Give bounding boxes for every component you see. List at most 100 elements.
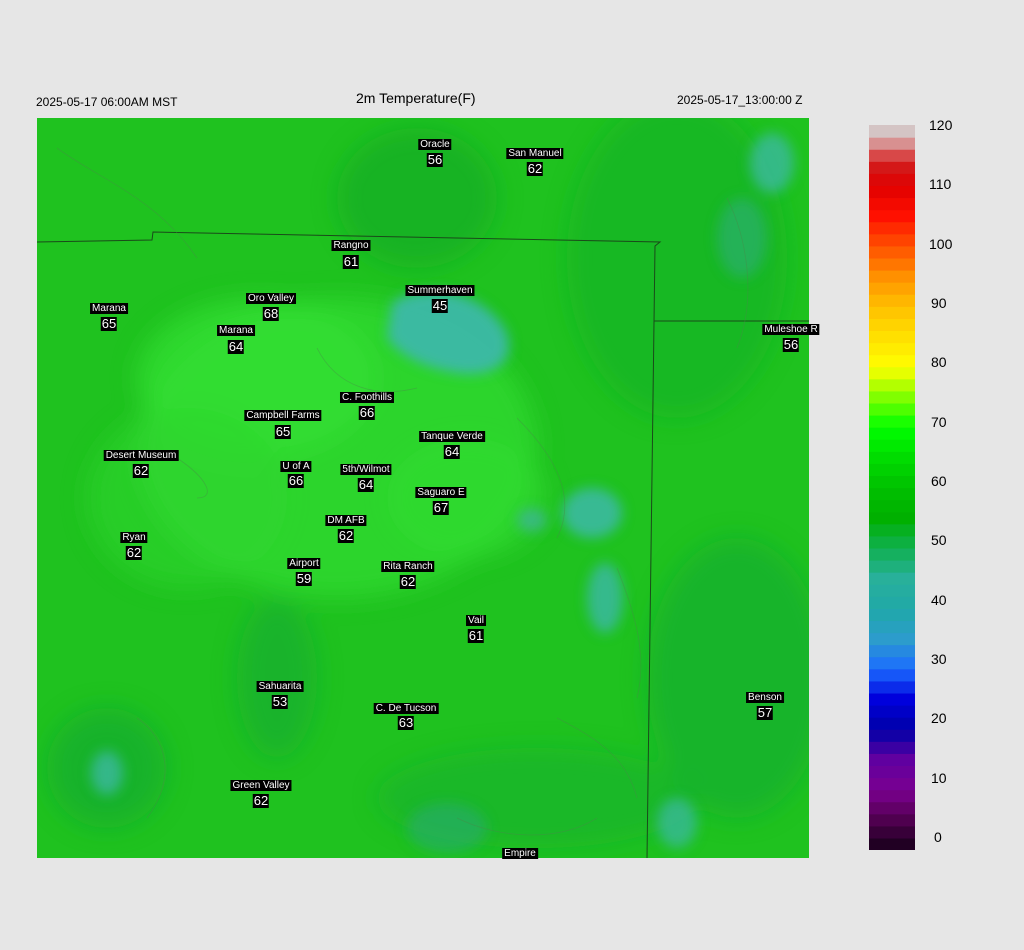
station-name: Oracle [418,139,452,150]
station-name: Oro Valley [246,293,296,304]
station-name: Ryan [120,532,148,543]
colorbar-segment [869,439,915,452]
map-title: 2m Temperature(F) [356,90,476,106]
colorbar-segment [869,415,915,428]
station-temperature: 64 [227,339,245,354]
station-name: Rita Ranch [381,561,435,572]
station-name: Sahuarita [256,681,304,692]
station-name: C. De Tucson [373,703,439,714]
colorbar-segment [869,825,915,839]
station-name: DM AFB [325,515,367,526]
colorbar-tick-label: 90 [931,295,947,311]
colorbar-segment [869,270,915,283]
colorbar-segment [869,717,915,730]
station-temperature: 59 [295,571,313,586]
colorbar-segment [869,680,915,694]
colorbar-segment [869,789,915,803]
colorbar-segment [869,584,915,597]
colorbar-tick-label: 30 [931,651,947,667]
colorbar-segment [869,390,915,404]
colorbar-segment [869,753,915,767]
colorbar-segment [869,149,915,162]
colorbar-segment [869,547,915,561]
station-name: Saguaro E [415,487,467,498]
station-temperature: 68 [262,306,280,321]
station-temperature: 53 [271,694,289,709]
station-temperature: 66 [287,473,305,488]
colorbar-segment [869,560,915,573]
station-name: Benson [746,692,784,703]
colorbar-segment [869,209,915,223]
colorbar-segment [869,620,915,634]
station-temperature: 65 [274,424,292,439]
colorbar-segment [869,644,915,658]
colorbar-segment [869,282,915,295]
station-name: Desert Museum [103,450,179,461]
colorbar-tick-label: 80 [931,354,947,371]
colorbar-segment [869,656,915,670]
station-temperature: 45 [431,298,449,313]
station-name: San Manuel [506,148,564,159]
station-temperature: 63 [397,715,415,730]
station-temperature: 65 [100,316,118,331]
colorbar-segment [869,366,915,380]
station-name: Marana [217,325,255,336]
colorbar-segment [869,330,915,344]
colorbar-tick-label: 110 [929,176,952,193]
colorbar-segment [869,511,915,525]
station-temperature: 62 [337,528,355,543]
colorbar-segment [869,125,915,138]
colorbar-tick-label: 20 [931,710,947,727]
station-temperature: 67 [432,500,450,515]
colorbar-segment [869,173,915,187]
colorbar-segment [869,185,915,199]
station-name: Airport [287,558,321,569]
colorbar-tick-label: 40 [931,591,947,608]
colorbar-segment [869,451,915,464]
station-name: Marana [90,303,128,314]
station-name: Rangno [331,240,371,251]
station-temperature: 61 [467,628,485,643]
utc-time-label: 2025-05-17_13:00:00 Z [677,93,803,107]
colorbar-segment [869,668,915,682]
colorbar-tick-label: 10 [931,769,947,786]
colorbar-tick-label: 0 [934,829,942,845]
colorbar-segment [869,245,915,259]
colorbar-segment [869,257,915,271]
colorbar-segment [869,535,915,549]
colorbar-segment [869,463,915,477]
colorbar-segment [869,354,915,368]
station-temperature: 61 [342,254,360,269]
station-name: Campbell Farms [244,410,322,421]
colorbar-segment [869,294,915,307]
colorbar-tick-label: 60 [931,473,947,489]
colorbar-segment [869,221,915,235]
station-temperature: 64 [443,444,461,459]
colorbar-segment [869,475,915,489]
colorbar-segment [869,499,915,513]
colorbar-segment [869,837,915,850]
station-temperature: 56 [782,337,800,352]
colorbar-segment [869,705,915,718]
station-name: Empire [502,848,538,859]
colorbar-segment [869,378,915,392]
colorbar-segment [869,233,915,247]
station-temperature: 56 [426,152,444,167]
station-name: C. Foothills [339,392,395,403]
colorbar-segment [869,342,915,356]
station-temperature: 62 [399,574,417,589]
station-temperature: 66 [358,405,376,420]
station-temperature: 57 [756,705,774,720]
colorbar-tick-label: 50 [931,532,947,549]
colorbar-segment [869,306,915,319]
colorbar-segment [869,572,915,585]
colorbar-segment [869,137,915,150]
temperature-colorbar [869,125,915,850]
station-name: U of A [280,461,312,472]
colorbar-segment [869,765,915,779]
colorbar-segment [869,692,915,706]
station-temperature: 62 [132,463,150,478]
colorbar-segment [869,197,915,211]
station-name: Vail [466,615,486,626]
colorbar-segment [869,427,915,440]
